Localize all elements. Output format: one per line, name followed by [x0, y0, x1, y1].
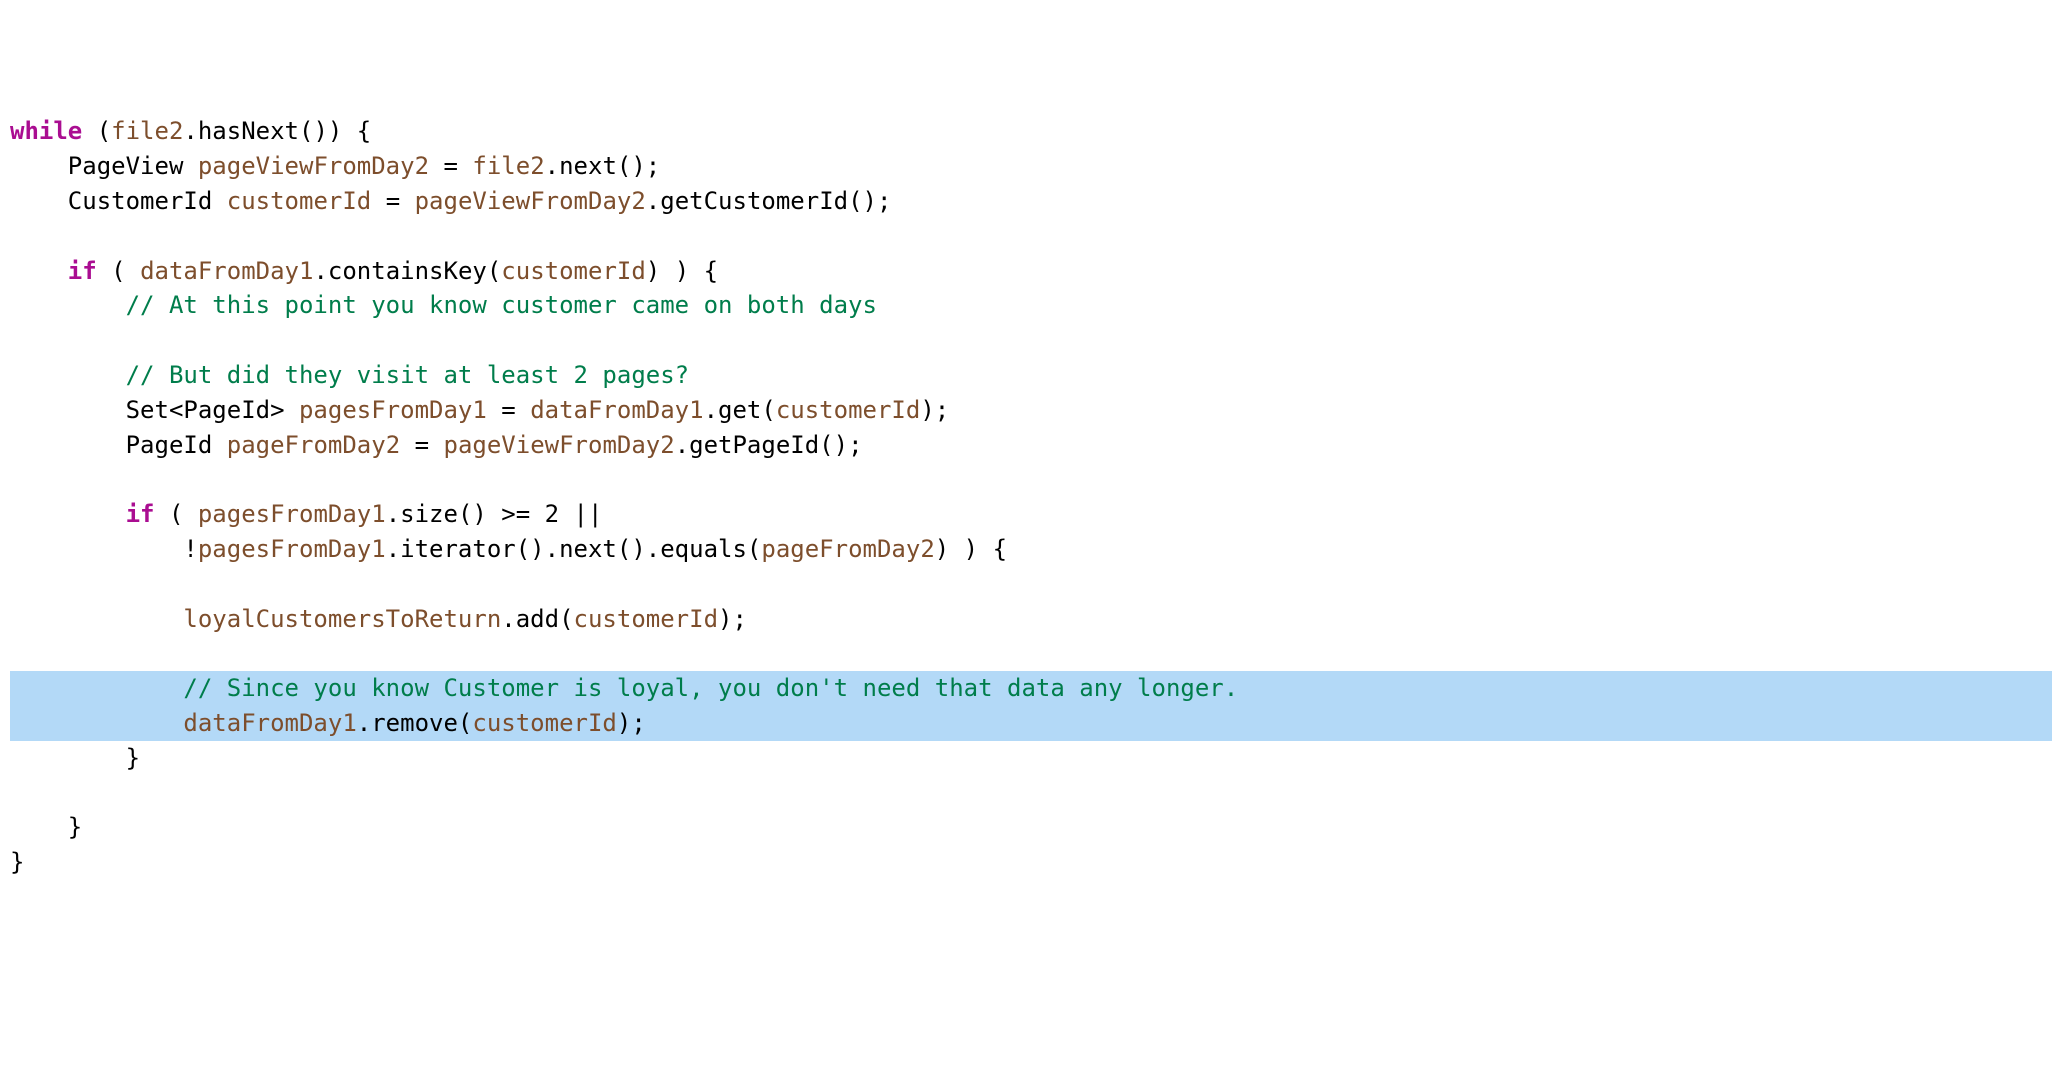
code-line: if ( dataFromDay1.containsKey(customerId…	[10, 254, 2052, 289]
keyword-token: if	[68, 257, 97, 285]
identifier-token: pagesFromDay1	[198, 500, 386, 528]
code-line	[10, 323, 2052, 358]
text-token: .iterator().next().equals(	[386, 535, 762, 563]
code-line: }	[10, 741, 2052, 776]
text-token: ) ) {	[935, 535, 1007, 563]
text-token: (	[82, 117, 111, 145]
text-token: PageView	[10, 152, 198, 180]
keyword-token: if	[126, 500, 155, 528]
identifier-token: customerId	[227, 187, 372, 215]
text-token: (	[97, 257, 140, 285]
keyword-token: while	[10, 117, 82, 145]
code-line: !pagesFromDay1.iterator().next().equals(…	[10, 532, 2052, 567]
text-token: =	[400, 431, 443, 459]
text-token: .containsKey(	[313, 257, 501, 285]
text-token	[10, 500, 126, 528]
code-line: // At this point you know customer came …	[10, 288, 2052, 323]
code-line	[10, 219, 2052, 254]
text-token: Set<PageId>	[10, 396, 299, 424]
code-block: while (file2.hasNext()) { PageView pageV…	[10, 114, 2052, 880]
text-token: CustomerId	[10, 187, 227, 215]
text-token: .add(	[501, 605, 573, 633]
identifier-token: pageFromDay2	[227, 431, 400, 459]
text-token: =	[487, 396, 530, 424]
text-token	[10, 709, 183, 737]
text-token: );	[920, 396, 949, 424]
text-token: =	[429, 152, 472, 180]
text-token: .getPageId();	[675, 431, 863, 459]
comment-token: // But did they visit at least 2 pages?	[126, 361, 690, 389]
text-token	[10, 674, 183, 702]
text-token	[10, 605, 183, 633]
identifier-token: pageViewFromDay2	[444, 431, 675, 459]
code-line	[10, 636, 2052, 671]
text-token: .remove(	[357, 709, 473, 737]
code-line: }	[10, 810, 2052, 845]
text-token: }	[10, 813, 82, 841]
text-token: }	[10, 848, 24, 876]
identifier-token: dataFromDay1	[530, 396, 703, 424]
identifier-token: file2	[472, 152, 544, 180]
code-line: loyalCustomersToReturn.add(customerId);	[10, 602, 2052, 637]
identifier-token: pagesFromDay1	[198, 535, 386, 563]
identifier-token: dataFromDay1	[183, 709, 356, 737]
identifier-token: customerId	[574, 605, 719, 633]
identifier-token: customerId	[472, 709, 617, 737]
identifier-token: pagesFromDay1	[299, 396, 487, 424]
text-token: .get(	[704, 396, 776, 424]
identifier-token: pageViewFromDay2	[198, 152, 429, 180]
identifier-token: file2	[111, 117, 183, 145]
code-line: }	[10, 845, 2052, 880]
code-line: // But did they visit at least 2 pages?	[10, 358, 2052, 393]
text-token: );	[617, 709, 646, 737]
text-token: .hasNext()) {	[183, 117, 371, 145]
code-line: while (file2.hasNext()) {	[10, 114, 2052, 149]
code-line: Set<PageId> pagesFromDay1 = dataFromDay1…	[10, 393, 2052, 428]
code-line: PageView pageViewFromDay2 = file2.next()…	[10, 149, 2052, 184]
identifier-token: dataFromDay1	[140, 257, 313, 285]
text-token	[10, 291, 126, 319]
code-line: if ( pagesFromDay1.size() >= 2 ||	[10, 497, 2052, 532]
comment-token: // Since you know Customer is loyal, you…	[183, 674, 1238, 702]
code-line: // Since you know Customer is loyal, you…	[10, 671, 2052, 706]
text-token: .size() >= 2 ||	[386, 500, 603, 528]
identifier-token: pageViewFromDay2	[415, 187, 646, 215]
comment-token: // At this point you know customer came …	[126, 291, 877, 319]
code-line: CustomerId customerId = pageViewFromDay2…	[10, 184, 2052, 219]
identifier-token: loyalCustomersToReturn	[183, 605, 501, 633]
code-line	[10, 567, 2052, 602]
text-token: ) ) {	[646, 257, 718, 285]
text-token: (	[155, 500, 198, 528]
code-line	[10, 462, 2052, 497]
text-token: }	[10, 744, 140, 772]
text-token: .next();	[545, 152, 661, 180]
code-line: dataFromDay1.remove(customerId);	[10, 706, 2052, 741]
identifier-token: customerId	[776, 396, 921, 424]
text-token	[10, 257, 68, 285]
text-token: PageId	[10, 431, 227, 459]
identifier-token: pageFromDay2	[761, 535, 934, 563]
text-token: =	[371, 187, 414, 215]
identifier-token: customerId	[501, 257, 646, 285]
text-token: );	[718, 605, 747, 633]
text-token: !	[10, 535, 198, 563]
code-line	[10, 776, 2052, 811]
code-line: PageId pageFromDay2 = pageViewFromDay2.g…	[10, 428, 2052, 463]
text-token: .getCustomerId();	[646, 187, 892, 215]
text-token	[10, 361, 126, 389]
